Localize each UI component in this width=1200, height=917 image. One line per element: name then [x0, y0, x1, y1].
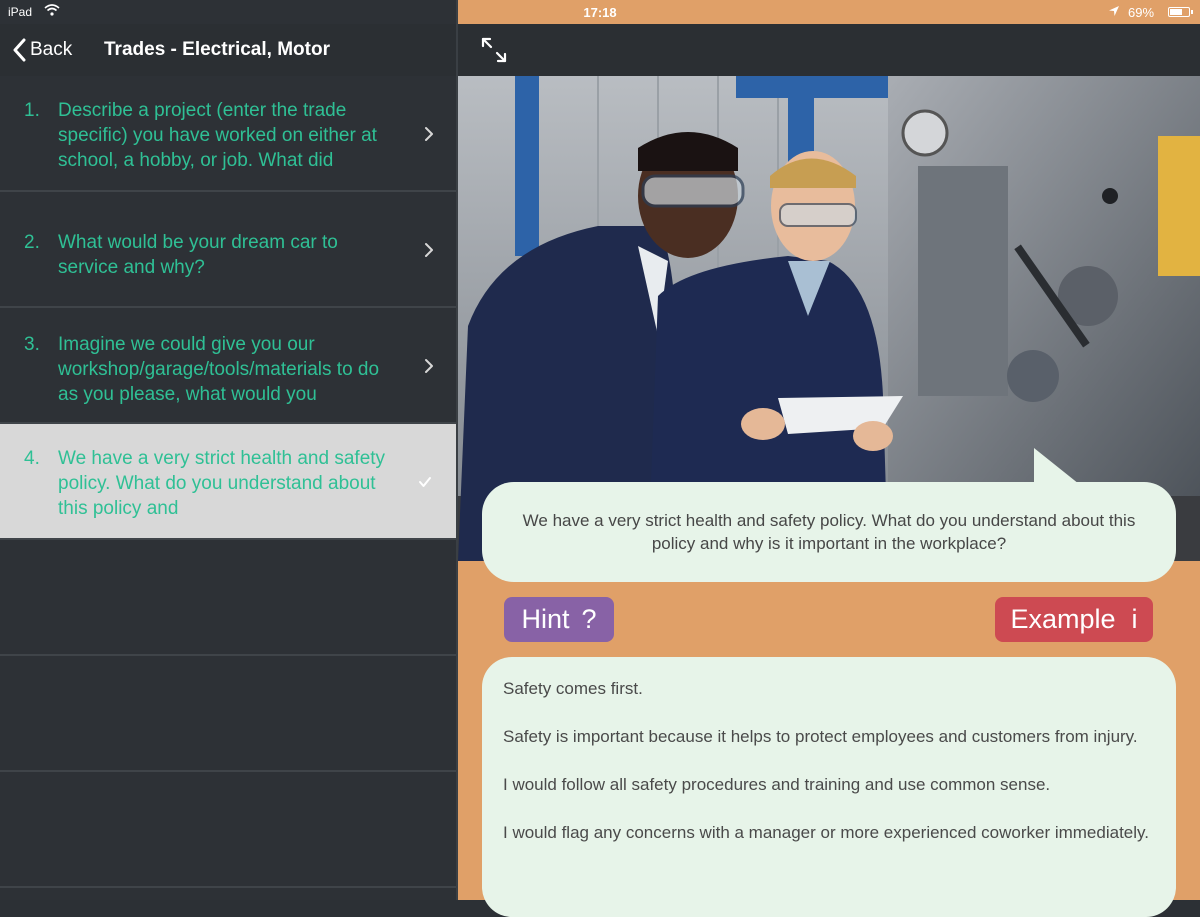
chevron-right-icon — [425, 127, 433, 141]
question-text: What would be your dream car to service … — [58, 232, 338, 278]
location-arrow-icon — [1109, 6, 1119, 16]
empty-row — [0, 656, 456, 772]
question-detail-pane: We have a very strict health and safety … — [458, 0, 1200, 917]
question-list-pane: Back Trades - Electrical, Motor 1. Descr… — [0, 0, 456, 900]
hint-button[interactable]: Hint ? — [504, 597, 614, 642]
current-question-text: We have a very strict health and safety … — [522, 511, 1136, 553]
info-icon: i — [1131, 604, 1138, 634]
chevron-right-icon — [425, 359, 433, 373]
question-number: 4. — [24, 448, 40, 469]
navigation-bar: Back Trades - Electrical, Motor — [0, 24, 456, 76]
question-item-1[interactable]: 1. Describe a project (enter the trade s… — [0, 76, 456, 192]
answer-paragraph: I would flag any concerns with a manager… — [503, 823, 1149, 842]
checkmark-icon — [419, 477, 431, 487]
question-text: Describe a project (enter the trade spec… — [58, 100, 377, 171]
current-question-bubble: We have a very strict health and safety … — [482, 482, 1176, 582]
chevron-left-icon — [13, 38, 26, 62]
battery-percent: 69% — [1128, 5, 1155, 20]
back-button[interactable]: Back — [12, 34, 72, 66]
clock: 17:18 — [583, 5, 617, 20]
chevron-right-icon — [425, 243, 433, 257]
question-item-3[interactable]: 3. Imagine we could give you our worksho… — [0, 308, 456, 424]
hint-label: Hint — [521, 604, 570, 634]
answer-paragraph: Safety comes first. — [503, 679, 643, 698]
question-mark-icon: ? — [581, 604, 597, 634]
question-number: 3. — [24, 334, 40, 355]
empty-row — [0, 772, 456, 888]
question-list: 1. Describe a project (enter the trade s… — [0, 76, 456, 888]
answer-paragraph: I would follow all safety procedures and… — [503, 775, 1051, 794]
answer-paragraph: Safety is important because it helps to … — [503, 727, 1138, 746]
expand-arrows-icon — [481, 37, 507, 63]
page-title: Trades - Electrical, Motor — [104, 39, 330, 60]
question-text: Imagine we could give you our workshop/g… — [58, 334, 380, 405]
question-number: 2. — [24, 232, 40, 253]
back-label: Back — [30, 39, 73, 60]
detail-header — [458, 24, 1200, 76]
expand-button[interactable] — [480, 36, 508, 64]
example-answer-box: Safety comes first. Safety is important … — [482, 657, 1176, 917]
question-text: We have a very strict health and safety … — [58, 448, 386, 519]
battery-icon — [1168, 7, 1193, 17]
empty-row — [0, 540, 456, 656]
question-item-2[interactable]: 2. What would be your dream car to servi… — [0, 192, 456, 308]
question-item-4[interactable]: 4. We have a very strict health and safe… — [0, 424, 456, 540]
example-label: Example — [1010, 604, 1116, 634]
status-bar: iPad 17:18 69% — [0, 0, 1200, 24]
example-button[interactable]: Example i — [995, 597, 1153, 642]
question-number: 1. — [24, 100, 40, 121]
